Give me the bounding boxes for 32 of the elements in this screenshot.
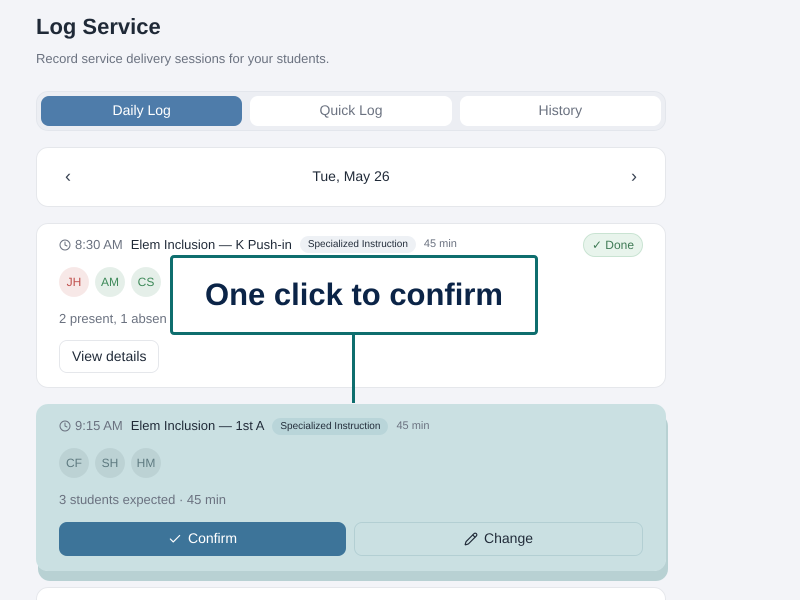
done-badge: ✓ Done — [582, 232, 643, 256]
change-button[interactable]: Change — [354, 522, 643, 556]
current-date: Tue, May 26 — [312, 167, 390, 186]
session-name: Elem Inclusion — 1st A — [130, 417, 264, 436]
callout-text: One click to confirm — [204, 276, 503, 314]
student-avatar: SH — [95, 448, 125, 478]
student-avatar: AM — [95, 266, 125, 296]
tab[interactable]: History — [460, 96, 661, 126]
student-avatar: HM — [131, 448, 161, 478]
service-tag: Specialized Instruction — [272, 418, 388, 434]
tab[interactable]: Daily Log — [41, 96, 242, 126]
session-duration: 45 min — [396, 418, 430, 434]
service-tag: Specialized Instruction — [300, 236, 416, 253]
session-summary: 3 students expected · 45 min — [59, 491, 227, 509]
student-avatar: JH — [59, 266, 89, 296]
session-summary: 2 present, 1 absen — [59, 310, 168, 328]
session-name: Elem Inclusion — K Push-in — [130, 236, 292, 254]
confirm-button[interactable]: Confirm — [59, 522, 346, 556]
page-subtitle: Record service delivery sessions for your students. — [36, 50, 330, 68]
pencil-icon — [464, 532, 478, 546]
tab[interactable]: Quick Log — [250, 96, 452, 126]
next-day-button[interactable]: › — [630, 163, 637, 190]
session-time: 8:30 AM — [75, 236, 123, 254]
student-avatar: CF — [59, 448, 89, 478]
student-avatar: CS — [131, 266, 161, 296]
clock-icon — [59, 238, 71, 250]
session-time: 9:15 AM — [75, 417, 123, 436]
clock-icon — [59, 420, 71, 432]
page-title: Log Service — [36, 13, 162, 41]
session-duration: 45 min — [424, 237, 457, 252]
view-details-button[interactable]: View details — [59, 340, 160, 373]
previous-day-button[interactable]: ‹ — [65, 163, 71, 190]
